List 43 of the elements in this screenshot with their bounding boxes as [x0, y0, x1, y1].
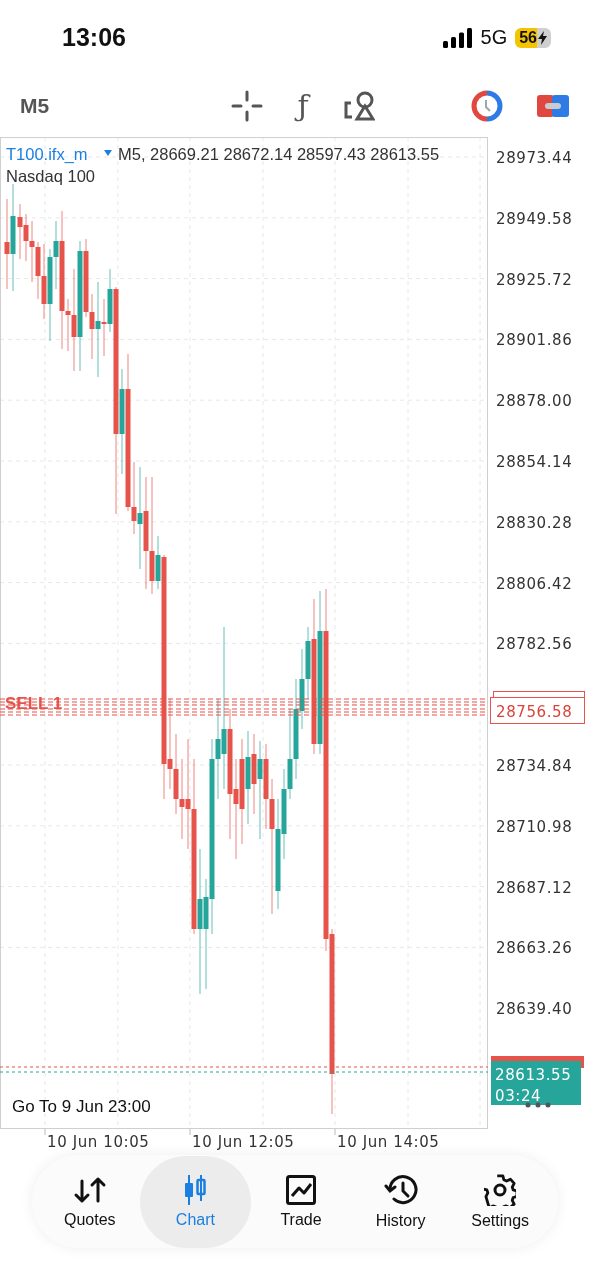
- crosshair-icon[interactable]: [231, 90, 264, 122]
- shapes-icon[interactable]: [342, 90, 375, 122]
- price-label: 28901.86: [496, 331, 573, 350]
- ohlc-values: M5, 28669.21 28672.14 28597.43 28613.55: [118, 145, 440, 163]
- price-label: 28806.42: [496, 574, 573, 593]
- timeframe-button[interactable]: M5: [20, 94, 80, 118]
- clock-icon[interactable]: [471, 90, 503, 122]
- price-label: 28639.40: [496, 1000, 573, 1019]
- current-price-tag: 28613.55 03:24: [491, 1061, 581, 1105]
- history-icon: [383, 1173, 418, 1206]
- price-label: 28878.00: [496, 392, 573, 411]
- battery-indicator: 56: [515, 27, 551, 48]
- symbol-description: Nasdaq 100: [6, 167, 95, 185]
- price-label: 28734.84: [496, 757, 573, 775]
- time-label: 10 Jun 14:05: [337, 1133, 440, 1151]
- line-chart-icon: [285, 1174, 316, 1205]
- clock-time: 13:06: [62, 23, 126, 52]
- toggle-icon[interactable]: [537, 93, 569, 119]
- symbol-link[interactable]: T100.ifx_m: [6, 145, 88, 163]
- tab[interactable]: Settings: [450, 1155, 550, 1248]
- network-label: 5G: [480, 26, 508, 49]
- price-label: 28949.58: [496, 209, 573, 228]
- tab[interactable]: Trade: [251, 1155, 351, 1248]
- order-label: SELL 1: [5, 694, 63, 713]
- price-label: 28782.56: [496, 635, 573, 654]
- function-button[interactable]: ƒ: [291, 85, 315, 127]
- price-label: 28830.28: [496, 513, 573, 532]
- order-price-tag: 28756.58: [490, 697, 585, 724]
- caret-icon: [104, 150, 112, 156]
- time-label: 10 Jun 10:05: [47, 1133, 150, 1151]
- price-label: 28687.12: [496, 878, 573, 897]
- tab[interactable]: History: [350, 1155, 451, 1248]
- price-label: 28663.26: [496, 939, 573, 958]
- signal-icon: [442, 27, 473, 48]
- more-icon: [525, 1102, 551, 1108]
- price-label: 28710.98: [496, 817, 573, 836]
- price-label: 28925.72: [496, 270, 573, 289]
- price-label: 28973.44: [496, 149, 573, 167]
- time-label: 10 Jun 12:05: [192, 1133, 295, 1151]
- tab[interactable]: Quotes: [40, 1155, 140, 1248]
- goto-link[interactable]: Go To 9 Jun 23:00: [12, 1097, 151, 1116]
- price-label: 28854.14: [496, 453, 573, 471]
- candlestick-icon: [182, 1174, 209, 1205]
